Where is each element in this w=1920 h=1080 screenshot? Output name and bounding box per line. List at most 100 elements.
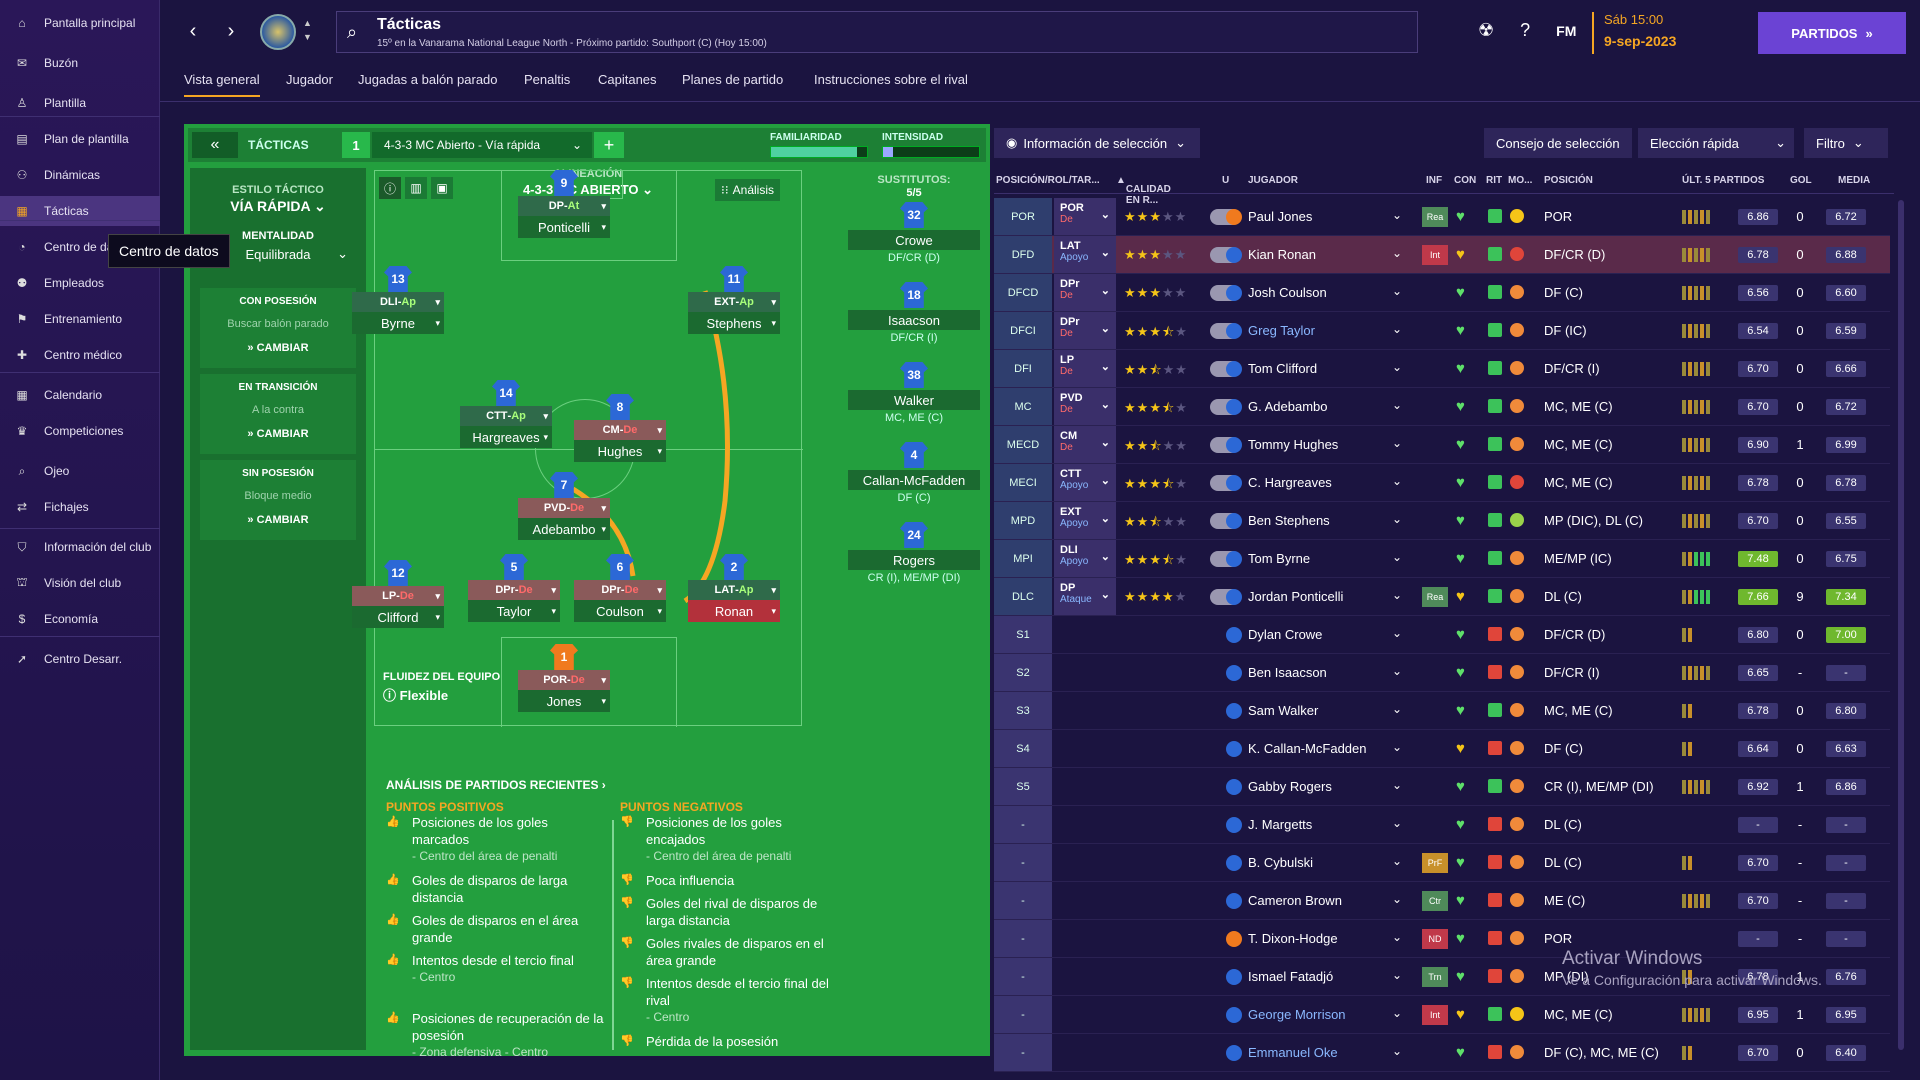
table-row[interactable]: - Emmanuel Oke ⌄ ♥ DF (C), MC, ME (C) 6.70 0 6.… [994, 1034, 1890, 1072]
tactical-style-value[interactable]: VÍA RÁPIDA ⌄ [190, 198, 366, 215]
selection-info-button[interactable]: ◉ Información de selección ⌄ [994, 128, 1200, 158]
player-role[interactable]: DP - At ▾ [518, 196, 610, 216]
player-name[interactable]: Coulson ▾ [574, 600, 666, 622]
role-selector[interactable]: EXT Apoyo ⌄ [1054, 502, 1116, 539]
position-code[interactable]: POR [994, 198, 1052, 235]
pitch-player[interactable]: 14 CTT - Ap ▾ Hargreaves ▾ [460, 380, 552, 448]
col-avg[interactable]: MEDIA [1838, 175, 1870, 186]
position-code[interactable]: - [994, 806, 1052, 843]
player-name[interactable]: Gabby Rogers [1248, 779, 1332, 794]
table-row[interactable]: - B. Cybulski ⌄ PrF ♥ DL (C) 6.70 - - [994, 844, 1890, 882]
player-name[interactable]: K. Callan-McFadden [1248, 741, 1367, 756]
col-gol[interactable]: GOL [1790, 175, 1812, 186]
table-row[interactable]: S1 Dylan Crowe ⌄ ♥ DF/CR (D) 6.80 0 7.00 [994, 616, 1890, 654]
table-row[interactable]: DFCI DPr De ⌄ ★★★⯪★ Greg Taylor ⌄ ♥ DF (IC) 6.54 0… [994, 312, 1890, 350]
player-name[interactable]: Paul Jones [1248, 209, 1312, 224]
player-role[interactable]: PVD - De ▾ [518, 498, 610, 518]
player-name[interactable]: Tom Clifford [1248, 361, 1317, 376]
table-row[interactable]: S4 K. Callan-McFadden ⌄ ♥ DF (C) 6.64 0 6.63 [994, 730, 1890, 768]
chevron-down-icon[interactable]: ⌄ [1392, 322, 1402, 336]
nav-item-staff[interactable]: ⚉ Empleados [0, 268, 160, 298]
help-icon[interactable]: ? [1520, 20, 1530, 41]
position-code[interactable]: DFD [994, 236, 1052, 273]
player-name[interactable]: J. Margetts [1248, 817, 1312, 832]
chevron-down-icon[interactable]: ⌄ [1392, 892, 1402, 906]
table-row[interactable]: - George Morrison ⌄ Int ♥ MC, ME (C) 6.95 1 6.95 [994, 996, 1890, 1034]
player-name[interactable]: Taylor ▾ [468, 600, 560, 622]
sub-name[interactable]: Rogers [848, 550, 980, 570]
position-code[interactable]: - [994, 1034, 1052, 1071]
table-row[interactable]: POR POR De ⌄ ★★★★★ Paul Jones ⌄ Rea ♥ POR 6.86 0 6.7… [994, 198, 1890, 236]
position-code[interactable]: - [994, 996, 1052, 1033]
chevron-down-icon[interactable]: ⌄ [1392, 360, 1402, 374]
nav-item-club-info[interactable]: ⛉ Información del club [0, 532, 160, 562]
position-code[interactable]: S5 [994, 768, 1052, 805]
change-button[interactable]: » CAMBIAR [200, 514, 356, 526]
player-name[interactable]: C. Hargreaves [1248, 475, 1332, 490]
fm-menu-button[interactable]: FM [1556, 23, 1576, 39]
pitch-player[interactable]: 13 DLI - Ap ▾ Byrne ▾ [352, 266, 444, 334]
position-code[interactable]: S1 [994, 616, 1052, 653]
tab-4[interactable]: Capitanes [598, 72, 657, 95]
col-u[interactable]: U [1222, 175, 1229, 186]
role-selector[interactable]: DPr De ⌄ [1054, 274, 1116, 311]
chevron-down-icon[interactable]: ⌄ [1392, 208, 1402, 222]
chevron-down-icon[interactable]: ⌄ [1392, 436, 1402, 450]
chevron-down-icon[interactable]: ⌄ [1392, 740, 1402, 754]
filter-button[interactable]: Filtro ⌄ [1804, 128, 1888, 158]
col-inf[interactable]: INF [1426, 175, 1442, 186]
table-row[interactable]: DFI LP De ⌄ ★★⯪★★ Tom Clifford ⌄ ♥ DF/CR (I) 6.70… [994, 350, 1890, 388]
player-name[interactable]: Emmanuel Oke [1248, 1045, 1338, 1060]
role-selector[interactable]: DPr De ⌄ [1054, 312, 1116, 349]
position-code[interactable]: DFI [994, 350, 1052, 387]
chevron-down-icon[interactable]: ⌄ [1392, 778, 1402, 792]
position-code[interactable]: - [994, 920, 1052, 957]
player-role[interactable]: DLI - Ap ▾ [352, 292, 444, 312]
search-bar[interactable]: ⌕ Tácticas 15º en la Vanarama National L… [336, 11, 1418, 53]
change-button[interactable]: » CAMBIAR [200, 428, 356, 440]
recent-analysis-link[interactable]: ANÁLISIS DE PARTIDOS RECIENTES › [386, 778, 606, 792]
sub-player[interactable]: 18 Isaacson DF/CR (I) [848, 282, 980, 344]
sub-player[interactable]: 32 Crowe DF/CR (D) [848, 202, 980, 264]
nav-item-scouting[interactable]: ⌕ Ojeo [0, 456, 160, 486]
chevron-down-icon[interactable]: ⌄ [1392, 930, 1402, 944]
collapse-button[interactable]: « [192, 132, 238, 158]
table-row[interactable]: MPI DLI Apoyo ⌄ ★★★⯪★ Tom Byrne ⌄ ♥ ME/MP (IC) 7.… [994, 540, 1890, 578]
tab-5[interactable]: Planes de partido [682, 72, 783, 95]
chevron-down-icon[interactable]: ⌄ [1392, 1006, 1402, 1020]
position-code[interactable]: DLC [994, 578, 1052, 615]
add-tactic-button[interactable]: + [594, 132, 624, 158]
position-code[interactable]: DFCD [994, 274, 1052, 311]
chevron-down-icon[interactable]: ⌄ [1392, 474, 1402, 488]
club-switcher-arrows[interactable]: ▲ ▼ [303, 16, 312, 44]
tab-1[interactable]: Jugador [286, 72, 333, 95]
player-name[interactable]: George Morrison [1248, 1007, 1346, 1022]
position-code[interactable]: - [994, 882, 1052, 919]
player-name[interactable]: Byrne ▾ [352, 312, 444, 334]
nav-item-inbox[interactable]: ✉ Buzón [0, 48, 160, 78]
quick-pick-button[interactable]: Elección rápida ⌄ [1638, 128, 1794, 158]
position-code[interactable]: MECD [994, 426, 1052, 463]
table-row[interactable]: MECD CM De ⌄ ★★⯪★★ Tommy Hughes ⌄ ♥ MC, ME (C) 6.… [994, 426, 1890, 464]
pitch-player[interactable]: 7 PVD - De ▾ Adebambo ▾ [518, 472, 610, 540]
col-last5[interactable]: ÚLT. 5 PARTIDOS [1682, 175, 1764, 186]
table-row[interactable]: - Cameron Brown ⌄ Ctr ♥ ME (C) 6.70 - - [994, 882, 1890, 920]
forward-button[interactable]: › [216, 16, 246, 46]
nav-item-home[interactable]: ⌂ Pantalla principal [0, 8, 160, 38]
role-selector[interactable]: LP De ⌄ [1054, 350, 1116, 387]
player-name[interactable]: Ben Isaacson [1248, 665, 1327, 680]
player-role[interactable]: POR - De ▾ [518, 670, 610, 690]
bug-icon[interactable]: ☢ [1478, 20, 1494, 41]
chevron-down-icon[interactable]: ⌄ [1392, 854, 1402, 868]
sub-player[interactable]: 38 Walker MC, ME (C) [848, 362, 980, 424]
chevron-down-icon[interactable]: ⌄ [1392, 398, 1402, 412]
chevron-down-icon[interactable]: ⌄ [1392, 246, 1402, 260]
nav-item-transfers[interactable]: ⇄ Fichajes [0, 492, 160, 522]
chevron-down-icon[interactable]: ⌄ [1392, 588, 1402, 602]
player-name[interactable]: Jordan Ponticelli [1248, 589, 1343, 604]
nav-item-dev-centre[interactable]: ➚ Centro Desarr. [0, 644, 160, 674]
role-selector[interactable]: CTT Apoyo ⌄ [1054, 464, 1116, 501]
pitch-player[interactable]: 8 CM - De ▾ Hughes ▾ [574, 394, 666, 462]
position-code[interactable]: - [994, 844, 1052, 881]
nav-item-tactics[interactable]: ▦ Tácticas [0, 196, 160, 226]
